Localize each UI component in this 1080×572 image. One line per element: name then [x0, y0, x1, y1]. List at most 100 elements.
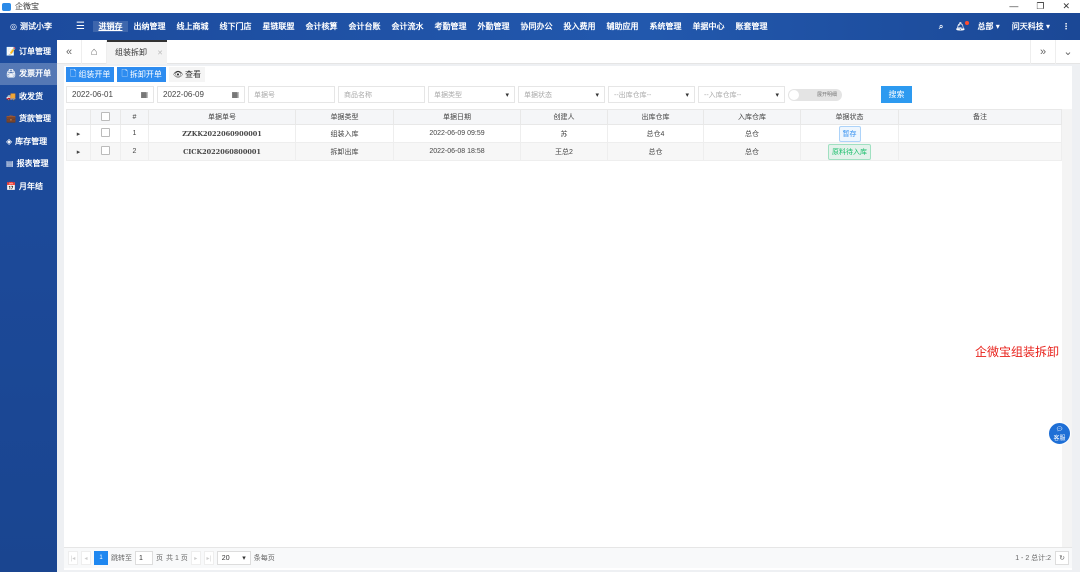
record-summary: 1 - 2 总计:2	[1015, 555, 1051, 562]
company-dropdown[interactable]: 问天科技 ▾	[1012, 21, 1050, 32]
row-checkbox[interactable]	[101, 128, 110, 137]
column-header[interactable]: #	[120, 109, 149, 125]
refresh-icon[interactable]: ↻	[1055, 551, 1069, 565]
date-to-input[interactable]: 2022-06-09 ▦	[157, 86, 245, 103]
sidebar-icon: 📅	[6, 181, 16, 191]
scroll-right-icon[interactable]: »	[1030, 39, 1055, 64]
close-tab-icon[interactable]: ✕	[157, 49, 163, 57]
doc-date: 2022-06-09 09:59	[393, 124, 521, 143]
tab-assembly[interactable]: 组装拆卸 ✕	[107, 39, 167, 64]
close-button[interactable]: ✕	[1062, 1, 1070, 12]
customer-service-button[interactable]: 💬︎ 客服	[1048, 422, 1071, 445]
search-button[interactable]: 搜索	[881, 86, 912, 103]
maximize-button[interactable]: ❐	[1036, 1, 1044, 12]
column-header[interactable]: 创建人	[520, 109, 608, 125]
doc-type-select[interactable]: 单据类型 ▾	[428, 86, 515, 103]
calendar-icon: ▦	[140, 90, 148, 99]
nav-item[interactable]: 星链联盟	[257, 21, 300, 32]
disassemble-order-button[interactable]: 🗋 拆卸开单	[117, 67, 166, 82]
user-menu[interactable]: ◎ 测试小李	[10, 21, 72, 32]
sidebar: 📝 订单管理 🖨 发票开单 🚚 收发货 💼 货款管理 ◈ 库存管理 ▤ 报表管理 📅 月年结	[0, 40, 57, 572]
prev-page-button[interactable]: ◂	[81, 551, 91, 565]
sidebar-item[interactable]: ▤ 报表管理	[0, 153, 57, 176]
column-header[interactable]: 单据单号	[148, 109, 296, 125]
page-size-select[interactable]: 20 ▾	[216, 551, 251, 565]
more-icon[interactable]: ⋮	[1062, 22, 1070, 31]
product-name-input[interactable]: 商品名称	[338, 86, 425, 103]
doc-status-select[interactable]: 单据状态 ▾	[518, 86, 605, 103]
hamburger-menu-icon[interactable]: ☰	[76, 21, 85, 32]
org-dropdown[interactable]: 总部 ▾	[978, 21, 1000, 32]
pagination: |◂ ◂ 1 跳转至 1 页 共 1 页 ▸ ▸| 20 ▾ 条每页 1 - 2 …	[64, 547, 1072, 568]
sidebar-item[interactable]: 📅 月年结	[0, 175, 57, 198]
total-pages-label: 共 1 页	[166, 555, 188, 562]
sidebar-item[interactable]: ◈ 库存管理	[0, 130, 57, 153]
nav-item[interactable]: 进销存	[92, 21, 128, 32]
bell-icon[interactable]: 🔔︎	[955, 21, 969, 31]
nav-item[interactable]: 线下门店	[214, 21, 257, 32]
doc-type: 拆卸出库	[295, 142, 394, 161]
nav-item[interactable]: 考勤管理	[429, 21, 472, 32]
nav-item[interactable]: 会计台账	[343, 21, 386, 32]
nav-item[interactable]: 会计流水	[386, 21, 429, 32]
sidebar-item-label: 月年结	[18, 181, 43, 191]
nav-item[interactable]: 辅助应用	[601, 21, 644, 32]
in-warehouse-select[interactable]: --入库仓库-- ▾	[698, 86, 785, 103]
column-header[interactable]: 出库仓库	[607, 109, 704, 125]
nav-item[interactable]: 投入费用	[558, 21, 601, 32]
nav-item[interactable]: 系统管理	[644, 21, 687, 32]
nav-item[interactable]: 外勤管理	[472, 21, 515, 32]
page-unit-label: 页	[156, 555, 163, 562]
creator: 王总2	[520, 142, 608, 161]
column-header[interactable]: 单据状态	[800, 109, 899, 125]
remark	[898, 142, 1062, 161]
sidebar-item[interactable]: 🖨 发票开单	[0, 62, 57, 85]
select-all-header	[90, 109, 121, 125]
doc-no-input[interactable]: 单据号	[248, 86, 335, 103]
table-row[interactable]: ▸ 1 ZZKK2022060900001 组装入库 2022-06-09 09…	[66, 124, 1062, 143]
sidebar-item-label: 发票开单	[19, 69, 52, 79]
doc-code-link[interactable]: CICK2022060800001	[148, 142, 296, 161]
select-all-checkbox[interactable]	[101, 111, 110, 121]
next-page-button[interactable]: ▸	[190, 551, 201, 565]
nav-item[interactable]: 单据中心	[687, 21, 730, 32]
nav-item[interactable]: 出纳管理	[128, 21, 171, 32]
minimize-button[interactable]: —	[1009, 1, 1018, 12]
column-header[interactable]: 备注	[898, 109, 1062, 125]
sidebar-item[interactable]: 📝 订单管理	[0, 40, 57, 63]
out-warehouse-select[interactable]: --出库仓库-- ▾	[608, 86, 695, 103]
status-badge: 暂存	[838, 125, 861, 142]
nav-item[interactable]: 会计核算	[300, 21, 343, 32]
search-icon[interactable]: ⌕	[939, 22, 943, 32]
scroll-left-icon[interactable]: «	[57, 39, 82, 64]
column-header[interactable]: 单据类型	[295, 109, 394, 125]
home-icon[interactable]: ⌂	[82, 39, 107, 64]
sidebar-icon: ◈	[6, 136, 13, 146]
expand-row-icon[interactable]: ▸	[66, 142, 91, 161]
row-checkbox[interactable]	[101, 146, 110, 155]
expand-details-toggle[interactable]: 展开明细	[788, 88, 842, 101]
column-header[interactable]: 单据日期	[393, 109, 521, 125]
date-from-input[interactable]: 2022-06-01 ▦	[66, 86, 154, 103]
assemble-order-button[interactable]: 🗋 组装开单	[66, 67, 115, 82]
sidebar-item-label: 报表管理	[16, 159, 49, 169]
nav-item[interactable]: 线上商城	[171, 21, 214, 32]
last-page-button[interactable]: ▸|	[203, 551, 214, 565]
sidebar-item[interactable]: 🚚 收发货	[0, 85, 57, 108]
nav-item[interactable]: 账套管理	[730, 21, 773, 32]
column-header[interactable]: 入库仓库	[703, 109, 801, 125]
data-table: # 单据单号 单据类型 单据日期 创建人 出库仓库 入库仓库 单据状态 备注 ▸ 1 ZZKK2…	[66, 109, 1062, 161]
doc-code-link[interactable]: ZZKK2022060900001	[148, 124, 296, 143]
page-1-button[interactable]: 1	[94, 551, 108, 565]
sidebar-item-label: 货款管理	[18, 114, 51, 124]
chevron-down-icon[interactable]: ⌄	[1055, 39, 1080, 64]
table-row[interactable]: ▸ 2 CICK2022060800001 拆卸出库 2022-06-08 18…	[66, 142, 1062, 161]
first-page-button[interactable]: |◂	[68, 551, 78, 565]
vertical-scrollbar[interactable]	[1062, 109, 1072, 547]
app-logo-icon	[2, 2, 11, 11]
goto-page-input[interactable]: 1	[135, 551, 153, 565]
view-button[interactable]: 👁︎ 查看	[168, 67, 206, 82]
nav-item[interactable]: 协同办公	[515, 21, 558, 32]
expand-row-icon[interactable]: ▸	[66, 124, 91, 143]
sidebar-item[interactable]: 💼 货款管理	[0, 108, 57, 131]
